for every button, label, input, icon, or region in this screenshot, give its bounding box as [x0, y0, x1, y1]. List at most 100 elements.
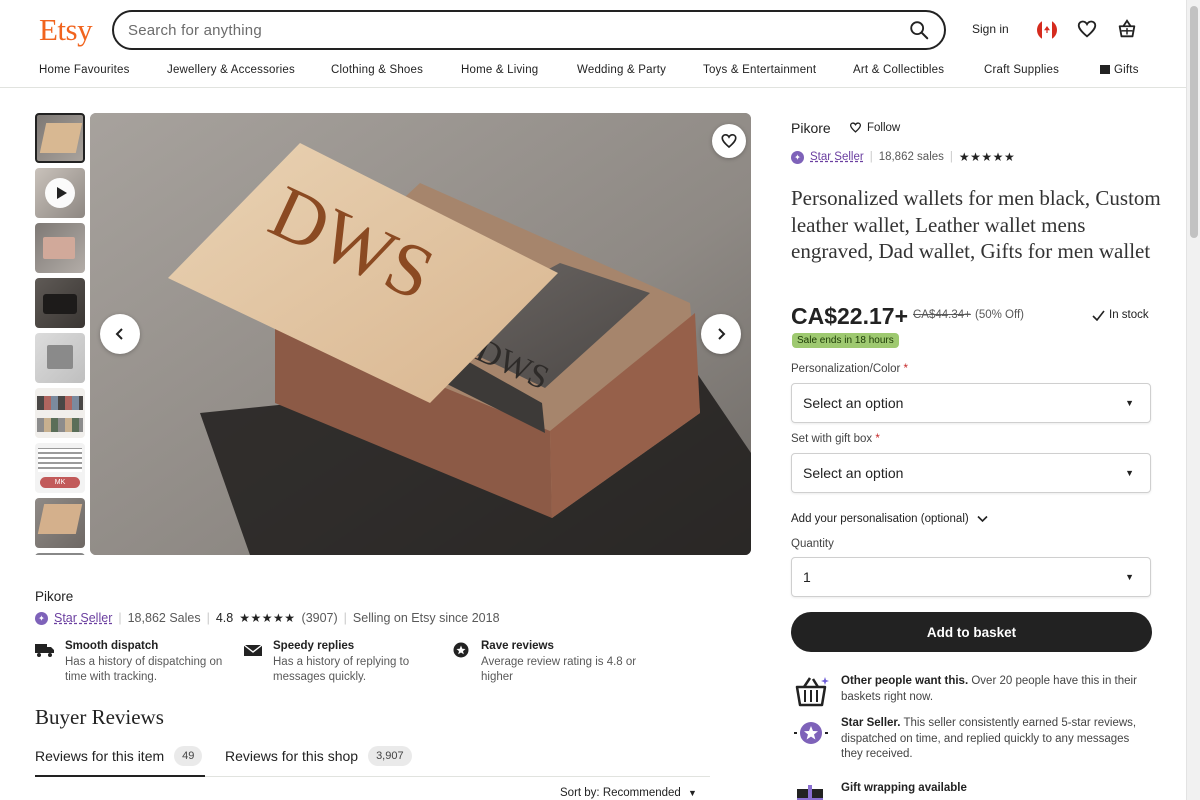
rating-stars: ★★★★★ — [239, 611, 296, 625]
heart-icon — [849, 122, 862, 133]
truck-icon — [35, 644, 54, 657]
nav-wedding[interactable]: Wedding & Party — [577, 64, 666, 76]
nav-jewellery[interactable]: Jewellery & Accessories — [167, 64, 295, 76]
search-input[interactable] — [128, 21, 908, 39]
chevron-right-icon — [718, 328, 726, 340]
star-seller-link[interactable]: Star Seller — [54, 611, 112, 625]
active-tab-indicator — [35, 775, 205, 777]
personalization-color-select[interactable]: Select an option ▼ — [791, 383, 1151, 423]
info-gift-wrap-text: Gift wrapping available — [841, 782, 967, 794]
caret-down-icon: ▼ — [688, 788, 697, 798]
follow-label: Follow — [867, 121, 901, 134]
thumbnail-6[interactable] — [35, 388, 85, 438]
perk-desc: Average review rating is 4.8 or higher — [481, 656, 637, 683]
caret-down-icon: ▼ — [1125, 468, 1134, 478]
rating-stars[interactable]: ★★★★★ — [959, 150, 1015, 164]
product-price: CA$22.17+ — [791, 303, 908, 329]
scrollbar-thumb[interactable] — [1190, 6, 1198, 238]
thumbnail-badge: MK — [40, 477, 80, 488]
basket-icon[interactable] — [1116, 18, 1138, 40]
etsy-logo[interactable]: Etsy — [39, 12, 93, 48]
select-value: Select an option — [803, 465, 904, 481]
sort-dropdown[interactable]: Sort by: Recommended ▼ — [560, 787, 697, 799]
nav-clothing[interactable]: Clothing & Shoes — [331, 64, 423, 76]
gift-box-select[interactable]: Select an option ▼ — [791, 453, 1151, 493]
thumbnail-list: MK — [35, 113, 85, 555]
star-seller-link[interactable]: Star Seller — [810, 151, 864, 163]
product-shop-meta: ✦ Star Seller | 18,862 sales | ★★★★★ — [791, 150, 1015, 164]
shop-sales: 18,862 sales — [878, 151, 944, 163]
sign-in-link[interactable]: Sign in — [972, 22, 1009, 36]
nav-craft[interactable]: Craft Supplies — [984, 64, 1059, 76]
canada-flag-icon[interactable] — [1037, 20, 1057, 40]
thumbnail-5[interactable] — [35, 333, 85, 383]
thumbnail-4[interactable] — [35, 278, 85, 328]
thumbnail-box — [39, 123, 83, 153]
select-value: Select an option — [803, 395, 904, 411]
next-image-button[interactable] — [701, 314, 741, 354]
shop-sales: 18,862 Sales — [127, 611, 201, 625]
nav-art[interactable]: Art & Collectibles — [853, 64, 944, 76]
chevron-down-icon — [977, 515, 988, 523]
nav-gifts[interactable]: Gifts — [1100, 64, 1139, 76]
main-product-image[interactable]: DWS DWS — [90, 113, 751, 555]
category-nav: Home Favourites Jewellery & Accessories … — [0, 60, 1186, 88]
vertical-scrollbar[interactable] — [1186, 0, 1200, 800]
chevron-left-icon — [115, 328, 123, 340]
follow-button[interactable]: Follow — [849, 121, 900, 134]
add-to-basket-button[interactable]: Add to basket — [791, 612, 1152, 652]
stock-label: In stock — [1109, 309, 1149, 321]
basket-icon — [795, 677, 829, 707]
nav-gifts-label: Gifts — [1114, 64, 1139, 76]
star-seller-badge-icon — [794, 722, 828, 744]
star-seller-badge-icon: ✦ — [35, 611, 48, 625]
perk-desc: Has a history of replying to messages qu… — [273, 656, 410, 683]
review-star-icon — [453, 642, 469, 658]
perk-title: Smooth dispatch — [65, 640, 159, 652]
thumbnail-8[interactable] — [35, 498, 85, 548]
info-star-seller-text: Star Seller. This seller consistently ea… — [841, 717, 1137, 760]
shop-name[interactable]: Pikore — [35, 589, 73, 604]
caret-down-icon: ▼ — [1125, 398, 1134, 408]
perk-title: Speedy replies — [273, 640, 355, 652]
selling-since: Selling on Etsy since 2018 — [352, 611, 500, 625]
product-shop-name[interactable]: Pikore — [791, 120, 831, 136]
select-value: 1 — [803, 569, 811, 585]
review-count[interactable]: (3907) — [302, 611, 338, 625]
perk-desc: Has a history of dispatching on time wit… — [65, 656, 223, 683]
stock-status: In stock — [1092, 309, 1149, 321]
thumbnail-7[interactable]: MK — [35, 443, 85, 493]
heart-icon[interactable] — [1076, 18, 1098, 40]
tab-reviews-item[interactable]: Reviews for this item 49 — [35, 746, 203, 766]
favorite-button[interactable] — [712, 124, 746, 158]
prev-image-button[interactable] — [100, 314, 140, 354]
quantity-select[interactable]: 1 ▼ — [791, 557, 1151, 597]
thumbnail-9[interactable] — [35, 553, 85, 555]
nav-home-favourites[interactable]: Home Favourites — [39, 64, 130, 76]
thumbnail-3[interactable] — [35, 223, 85, 273]
nav-home-living[interactable]: Home & Living — [461, 64, 538, 76]
personalization-color-label: Personalization/Color * — [791, 363, 908, 375]
search-icon[interactable] — [908, 19, 930, 41]
discount-label: (50% Off) — [975, 309, 1024, 321]
nav-toys[interactable]: Toys & Entertainment — [703, 64, 816, 76]
add-personalisation-toggle[interactable]: Add your personalisation (optional) — [791, 513, 988, 525]
thumbnail-video[interactable] — [35, 168, 85, 218]
quantity-label: Quantity — [791, 538, 834, 550]
tab-label: Reviews for this item — [35, 748, 165, 764]
gift-box-label: Set with gift box * — [791, 433, 880, 445]
thumbnail-1[interactable] — [35, 113, 85, 163]
heart-icon — [721, 134, 737, 149]
tab-count: 49 — [174, 746, 203, 766]
personalisation-label: Add your personalisation (optional) — [791, 513, 969, 525]
search-bar — [112, 10, 946, 50]
gift-icon — [797, 785, 823, 800]
star-seller-badge-icon: ✦ — [791, 150, 804, 164]
tab-label: Reviews for this shop — [225, 748, 359, 764]
product-title: Personalized wallets for men black, Cust… — [791, 186, 1161, 263]
tab-reviews-shop[interactable]: Reviews for this shop 3,907 — [225, 746, 412, 766]
tab-count: 3,907 — [368, 746, 412, 766]
info-demand-text: Other people want this. Over 20 people h… — [841, 675, 1137, 703]
gift-icon — [1100, 65, 1110, 74]
sale-badge: Sale ends in 18 hours — [792, 333, 899, 348]
